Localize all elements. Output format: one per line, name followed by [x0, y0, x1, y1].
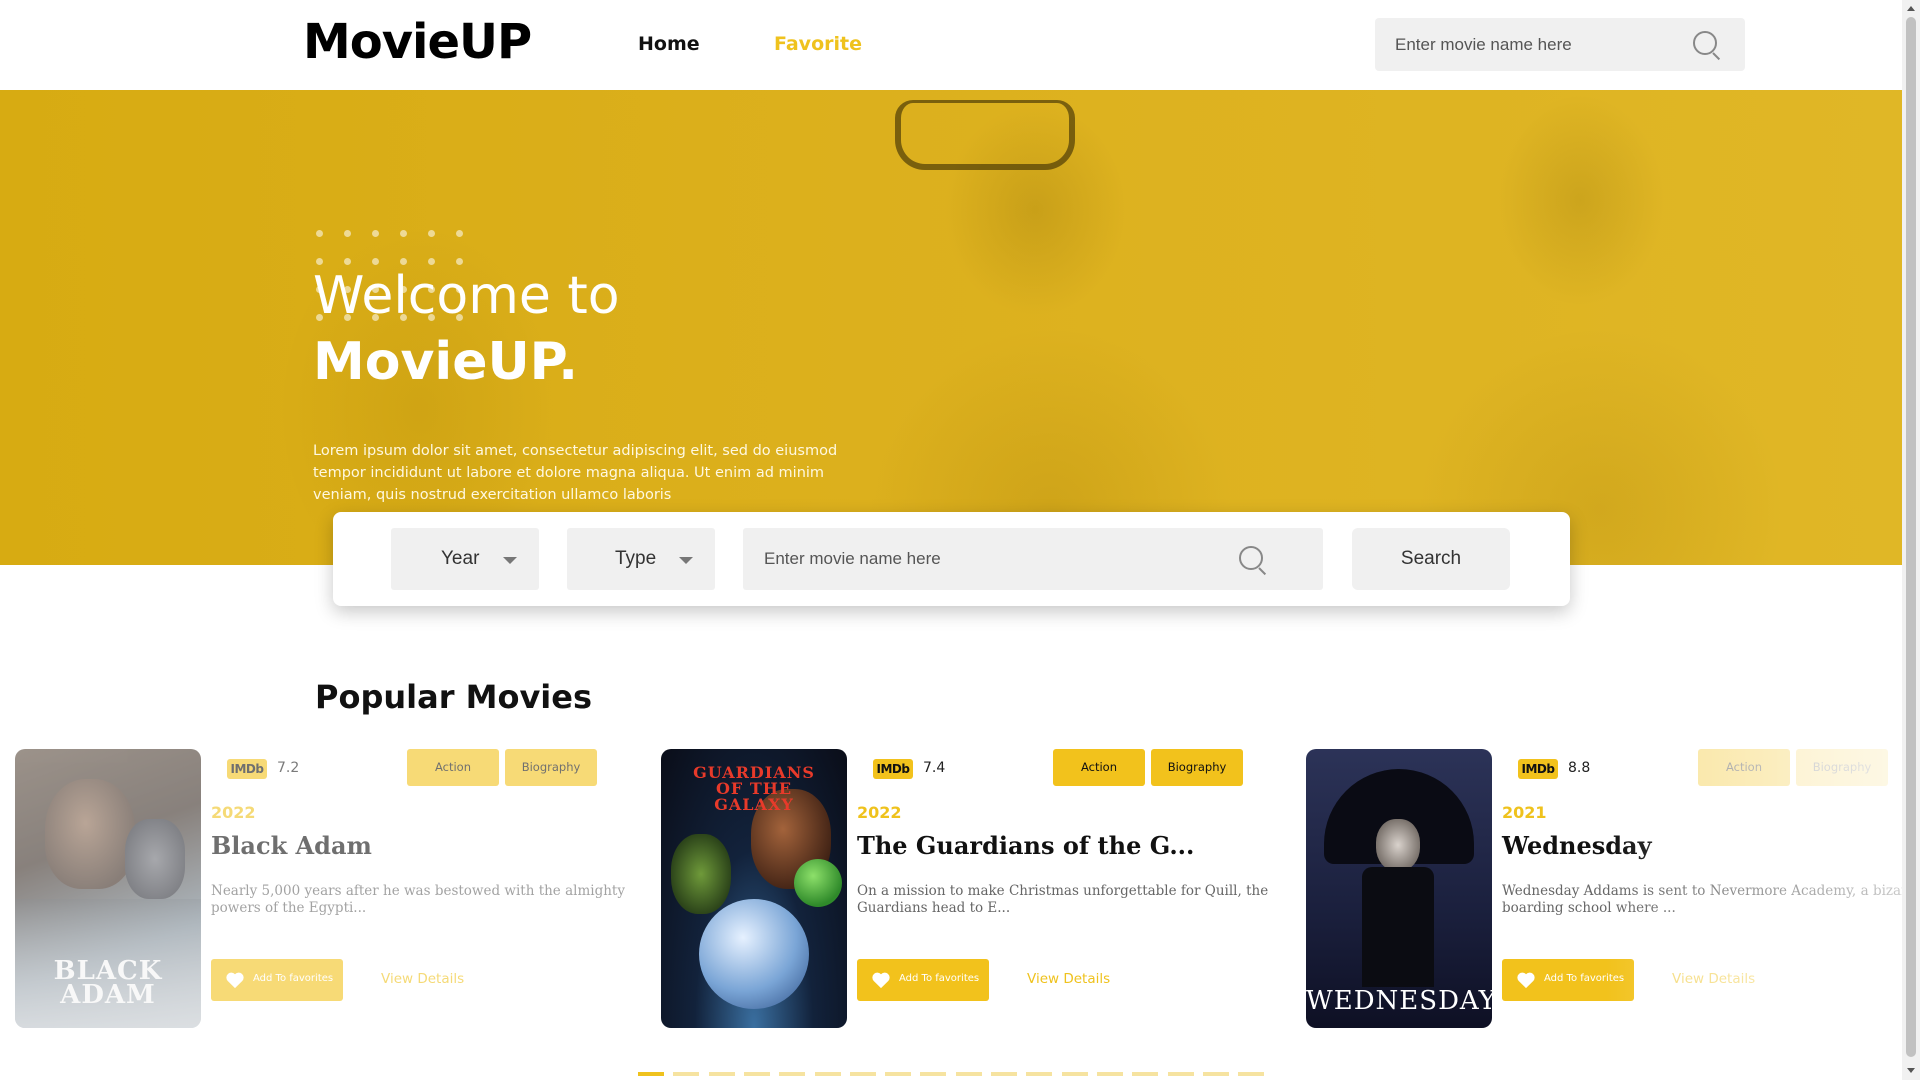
pagination-dot[interactable] [1026, 1072, 1053, 1076]
imdb-badge: IMDb [873, 759, 913, 779]
movie-title[interactable]: Black Adam [211, 831, 372, 860]
pagination-dot[interactable] [920, 1072, 947, 1076]
pagination-dot[interactable] [885, 1072, 912, 1076]
scrollbar-thumb[interactable] [1906, 17, 1916, 1057]
poster-title-text: BLACK ADAM [53, 956, 163, 1010]
genre-tag[interactable]: Biography [1796, 749, 1888, 786]
year-dropdown-label: Year [441, 548, 480, 569]
hero-description: Lorem ipsum dolor sit amet, consectetur … [313, 443, 838, 503]
imdb-rating: 7.2 [277, 760, 300, 776]
heart-icon [225, 971, 245, 989]
search-button[interactable]: Search [1352, 528, 1510, 590]
add-to-favorites-button[interactable]: Add To favorites [857, 959, 989, 1001]
genre-tag[interactable]: Biography [505, 749, 597, 786]
header-search-box [1375, 18, 1745, 71]
poster-title-text: GUARDIANS OF THE GALAXY [693, 763, 815, 814]
header-search-input[interactable] [1395, 18, 1685, 71]
movie-title[interactable]: Wednesday [1502, 831, 1652, 860]
movie-year: 2021 [1502, 803, 1547, 822]
pagination-dot[interactable] [638, 1072, 664, 1076]
genre-tag[interactable]: Action [1698, 749, 1790, 786]
movie-poster[interactable]: WEDNESDAY [1306, 749, 1492, 1028]
add-to-favorites-button[interactable]: Add To favorites [211, 959, 343, 1001]
nav-home-link[interactable]: Home [638, 33, 700, 55]
popular-movies-heading: Popular Movies [315, 678, 593, 716]
add-to-favorites-label: Add To favorites [1544, 973, 1625, 984]
movie-year: 2022 [857, 803, 902, 822]
movie-search-input[interactable] [764, 528, 1244, 590]
heart-icon [1516, 971, 1536, 989]
movie-card: BLACK ADAM IMDb 7.2 Action Biography 202… [15, 749, 635, 1029]
year-dropdown[interactable]: Year [391, 528, 539, 590]
hero-title-line2: MovieUP. [313, 332, 579, 392]
hero-banner: Welcome to MovieUP. Lorem ipsum dolor si… [0, 90, 1902, 565]
type-dropdown-label: Type [615, 548, 657, 569]
imdb-badge: IMDb [227, 759, 267, 779]
poster-title-text: WEDNESDAY [1306, 986, 1492, 1016]
search-panel: Year Type Search [333, 512, 1570, 606]
genre-tag[interactable]: Action [1053, 749, 1145, 786]
genre-tag[interactable]: Action [407, 749, 499, 786]
add-to-favorites-label: Add To favorites [899, 973, 980, 984]
view-details-link[interactable]: View Details [381, 971, 464, 987]
movie-description: On a mission to make Christmas unforgett… [857, 883, 1269, 916]
imdb-rating: 8.8 [1568, 760, 1591, 776]
movie-year: 2022 [211, 803, 256, 822]
imdb-badge: IMDb [1518, 759, 1558, 779]
movie-card: WEDNESDAY IMDb 8.8 Action Biography 2021… [1306, 749, 1920, 1029]
view-details-link[interactable]: View Details [1027, 971, 1110, 987]
pagination-dot[interactable] [991, 1072, 1017, 1076]
search-icon[interactable] [1693, 31, 1721, 61]
heart-icon [871, 971, 891, 989]
movie-description: Nearly 5,000 years after he was bestowed… [211, 883, 625, 916]
movie-poster[interactable]: BLACK ADAM [15, 749, 201, 1028]
pagination-dot[interactable] [743, 1072, 770, 1076]
hero-title-line1: Welcome to [313, 266, 620, 326]
add-to-favorites-label: Add To favorites [253, 973, 334, 984]
pagination-dot[interactable] [1096, 1072, 1123, 1076]
scroll-up-arrow-icon[interactable] [1907, 6, 1915, 11]
pagination-dot[interactable] [708, 1072, 735, 1076]
caret-down-icon [679, 557, 693, 564]
pagination-dot[interactable] [1167, 1072, 1194, 1076]
pagination-dot[interactable] [673, 1072, 700, 1076]
pagination-dot[interactable] [1202, 1072, 1229, 1076]
pagination-dot[interactable] [779, 1072, 806, 1076]
scroll-down-arrow-icon[interactable] [1907, 1068, 1915, 1073]
view-details-link[interactable]: View Details [1672, 971, 1755, 987]
page-scrollbar[interactable] [1902, 0, 1920, 1080]
movie-description: Wednesday Addams is sent to Nevermore Ac… [1502, 883, 1920, 916]
pagination-dot[interactable] [1238, 1072, 1265, 1076]
movie-card: GUARDIANS OF THE GALAXY IMDb 7.4 Action … [661, 749, 1281, 1029]
pagination-dot[interactable] [955, 1072, 982, 1076]
pagination-dot[interactable] [814, 1072, 841, 1076]
movie-search-box [743, 528, 1323, 590]
nav-favorite-link[interactable]: Favorite [774, 33, 862, 55]
imdb-rating: 7.4 [923, 760, 946, 776]
genre-tag[interactable]: Biography [1151, 749, 1243, 786]
add-to-favorites-button[interactable]: Add To favorites [1502, 959, 1634, 1001]
pagination-dot[interactable] [1061, 1072, 1088, 1076]
site-header: MovieUP Home Favorite [0, 0, 1902, 90]
movie-title[interactable]: The Guardians of the G... [857, 831, 1194, 860]
hero-title: Welcome to MovieUP. [313, 263, 620, 395]
type-dropdown[interactable]: Type [567, 528, 715, 590]
site-logo[interactable]: MovieUP [303, 14, 532, 70]
search-icon[interactable] [1239, 546, 1267, 576]
caret-down-icon [503, 557, 517, 564]
movie-poster[interactable]: GUARDIANS OF THE GALAXY [661, 749, 847, 1028]
pagination-dot[interactable] [1132, 1072, 1159, 1076]
hero-decoration [895, 100, 1075, 170]
pagination-dot[interactable] [849, 1072, 876, 1076]
